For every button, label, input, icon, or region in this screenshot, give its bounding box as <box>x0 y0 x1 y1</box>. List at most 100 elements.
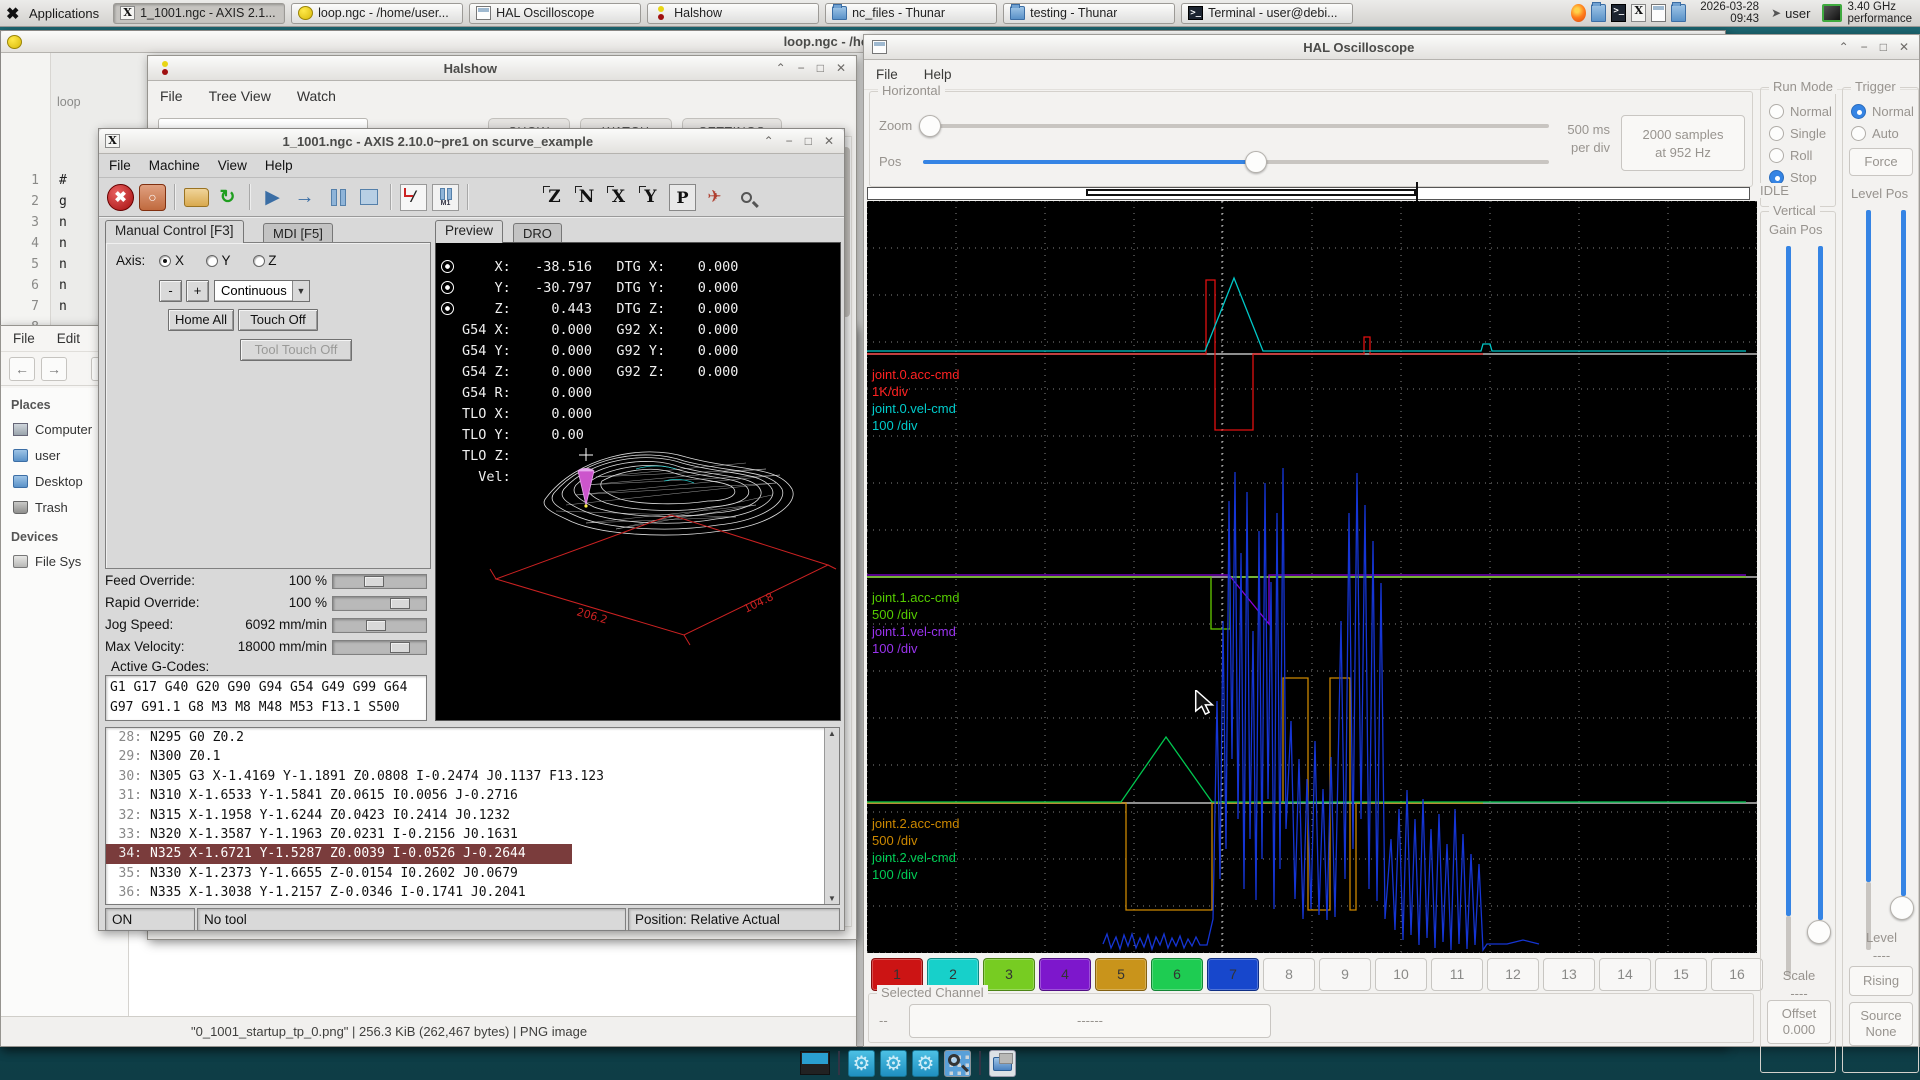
axis-radio-y[interactable]: Y <box>206 253 231 268</box>
tool-touch-off-button[interactable]: Tool Touch Off <box>240 339 352 361</box>
selected-channel-value[interactable]: ------ <box>909 1004 1271 1038</box>
gain-slider[interactable] <box>1786 246 1791 916</box>
gcode-line[interactable]: 28:N295 G0 Z0.2 <box>106 728 839 747</box>
menu-edit[interactable]: Edit <box>57 331 80 346</box>
override-slider-handle[interactable] <box>390 598 410 609</box>
menu-file[interactable]: File <box>109 158 131 173</box>
pletter-button[interactable]: P <box>669 184 696 211</box>
override-slider-handle[interactable] <box>364 576 384 587</box>
jog-mode-select[interactable]: Continuous▼ <box>214 280 310 302</box>
home-all-button[interactable]: Home All <box>168 309 234 331</box>
menu-help[interactable]: Help <box>924 67 952 82</box>
zoom-slider-thumb[interactable] <box>919 115 941 137</box>
window-tray-icon[interactable] <box>1651 4 1666 22</box>
gear-icon[interactable] <box>848 1050 875 1077</box>
tab-dro[interactable]: DRO <box>513 223 562 243</box>
gcode-line[interactable]: 36:N335 X-1.3038 Y-1.2157 Z-0.0346 I-0.1… <box>106 883 839 902</box>
minimize-button[interactable]: − <box>1861 40 1868 54</box>
scope-display[interactable]: joint.0.acc-cmd1K/divjoint.0.vel-cmd100 … <box>867 201 1757 953</box>
clock[interactable]: 2026-03-28 09:43 <box>1700 1 1759 25</box>
vertical-pos-slider[interactable] <box>1818 246 1823 920</box>
gear-icon[interactable] <box>880 1050 907 1077</box>
maximize-button[interactable]: □ <box>805 134 812 148</box>
scope-titlebar[interactable]: HAL Oscilloscope ⌃ − □ ✕ <box>864 35 1919 60</box>
gcode-line[interactable]: 33:N320 X-1.3587 Y-1.1963 Z0.0231 I-0.21… <box>106 825 839 844</box>
folder-icon[interactable] <box>989 1050 1016 1077</box>
gcode-line[interactable]: 35:N330 X-1.2373 Y-1.6655 Z-0.0154 I0.26… <box>106 864 839 883</box>
channel-button-8[interactable]: 8 <box>1263 958 1315 991</box>
maximize-button[interactable]: □ <box>1880 40 1887 54</box>
channel-button-12[interactable]: 12 <box>1487 958 1539 991</box>
m1-button[interactable]: M1 <box>432 184 459 211</box>
letter-button[interactable]: X <box>605 184 632 211</box>
trigger-mode-auto[interactable]: Auto <box>1851 126 1899 141</box>
gcode-listing[interactable]: 28:N295 G0 Z0.229:N300 Z0.130:N305 G3 X-… <box>105 727 840 905</box>
channel-button-10[interactable]: 10 <box>1375 958 1427 991</box>
source-button[interactable]: Source None <box>1849 1002 1913 1046</box>
override-slider[interactable] <box>332 640 427 655</box>
skip-button[interactable] <box>400 184 427 211</box>
tab-mdi-f5-[interactable]: MDI [F5] <box>263 223 333 243</box>
brush-button[interactable] <box>733 184 760 211</box>
zoom-slider[interactable] <box>923 124 1549 128</box>
channel-button-6[interactable]: 6 <box>1151 958 1203 991</box>
offset-button[interactable]: Offset 0.000 <box>1767 1000 1831 1044</box>
taskbar-window-button[interactable]: testing - Thunar <box>1003 3 1175 24</box>
close-button[interactable]: ✕ <box>824 134 834 148</box>
taskbar-window-button[interactable]: Terminal - user@debi... <box>1181 3 1353 24</box>
shade-button[interactable]: ⌃ <box>1839 40 1849 54</box>
folder-tray-icon[interactable] <box>1671 4 1686 22</box>
letter-button[interactable]: N <box>573 184 600 211</box>
gear-icon[interactable] <box>912 1050 939 1077</box>
search-icon[interactable] <box>944 1050 971 1077</box>
menu-file[interactable]: File <box>876 67 898 82</box>
menu-file[interactable]: File <box>13 331 35 346</box>
trigger-mode-normal[interactable]: Normal <box>1851 104 1914 119</box>
applications-menu[interactable]: ✖ Applications <box>0 5 109 22</box>
run-button[interactable] <box>259 184 286 211</box>
channel-button-4[interactable]: 4 <box>1039 958 1091 991</box>
letter-button[interactable]: Z <box>541 184 568 211</box>
force-button[interactable]: Force <box>1849 148 1913 176</box>
channel-button-9[interactable]: 9 <box>1319 958 1371 991</box>
jog-minus-button[interactable]: - <box>159 280 182 302</box>
letter-button[interactable]: Y <box>637 184 664 211</box>
channel-button-5[interactable]: 5 <box>1095 958 1147 991</box>
touch-off-button[interactable]: Touch Off <box>238 309 318 331</box>
vertical-pos-thumb[interactable] <box>1807 920 1831 944</box>
run-mode-normal[interactable]: Normal <box>1769 104 1832 119</box>
tab-preview[interactable]: Preview <box>435 220 503 243</box>
open-button[interactable] <box>184 188 209 207</box>
taskbar-window-button[interactable]: HAL Oscilloscope <box>469 3 641 24</box>
forward-button[interactable]: → <box>41 357 67 381</box>
axis-titlebar[interactable]: 1_1001.ngc - AXIS 2.10.0~pre1 on scurve_… <box>99 129 844 154</box>
step-button[interactable] <box>291 184 318 211</box>
taskbar-window-button[interactable]: 1_1001.ngc - AXIS 2.1... <box>113 3 285 24</box>
pager-icon[interactable] <box>800 1051 830 1075</box>
minus-button[interactable] <box>509 184 536 211</box>
maximize-button[interactable]: □ <box>817 61 824 75</box>
jog-plus-button[interactable]: + <box>186 280 209 302</box>
plus-button[interactable] <box>477 184 504 211</box>
channel-button-7[interactable]: 7 <box>1207 958 1259 991</box>
menu-help[interactable]: Help <box>265 158 293 173</box>
channel-button-16[interactable]: 16 <box>1711 958 1763 991</box>
minimize-button[interactable]: − <box>798 61 805 75</box>
tab-manual-control-f3-[interactable]: Manual Control [F3] <box>105 220 244 243</box>
terminal-tray-icon[interactable] <box>1611 4 1626 22</box>
channel-button-3[interactable]: 3 <box>983 958 1035 991</box>
stop-button[interactable] <box>355 184 382 211</box>
back-button[interactable]: ← <box>9 357 35 381</box>
override-slider-handle[interactable] <box>366 620 386 631</box>
gcode-line[interactable]: 30:N305 G3 X-1.4169 Y-1.1891 Z0.0808 I-0… <box>106 767 839 786</box>
menu-machine[interactable]: Machine <box>149 158 200 173</box>
run-mode-roll[interactable]: Roll <box>1769 148 1812 163</box>
editor-tab-label[interactable]: loop <box>57 95 81 109</box>
power-button[interactable] <box>139 184 166 211</box>
trigger-pos-slider[interactable] <box>1901 210 1906 896</box>
folder-tray-icon[interactable] <box>1591 4 1606 22</box>
user-indicator[interactable]: ➤ user <box>1771 6 1810 21</box>
menu-view[interactable]: View <box>218 158 247 173</box>
taskbar-window-button[interactable]: loop.ngc - /home/user... <box>291 3 463 24</box>
override-slider[interactable] <box>332 618 427 633</box>
